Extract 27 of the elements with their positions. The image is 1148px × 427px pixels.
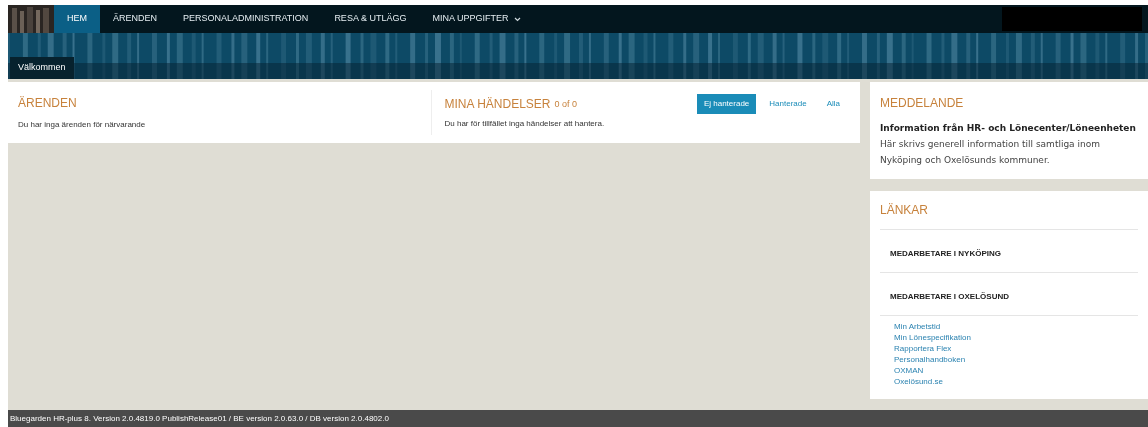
link[interactable]: Min Arbetstid [894,321,941,332]
section-title: LÄNKAR [880,201,1138,230]
filter-tab[interactable]: Alla [819,94,847,114]
filter-tab[interactable]: Ej hanterade [696,94,757,114]
section-title: MEDDELANDE [880,95,965,112]
empty-message: Du har inga ärenden för närvarande [18,119,147,131]
link[interactable]: OXMAN [894,365,924,376]
link[interactable]: Min Lönespecifikation [894,332,971,343]
nav-tab[interactable]: ÄRENDEN [100,5,170,33]
empty-message: Du har för tillfället inga händelser att hantera. [444,118,606,130]
link[interactable]: Personalhandboken [894,354,966,365]
message-heading: Information från HR- och Lönecenter/Löneenheten [880,122,1137,135]
section-title: MINA HÄNDELSER [444,96,551,113]
status-bar: Bluegarden HR-plus 8. Version 2.0.4819.0 PublishRelease01 / BE version 2.0.63.0 / DB version 2.0.4802.0 [8,410,1148,427]
event-count: 0 of 0 [554,98,578,112]
nav-tab[interactable]: RESA & UTLÄGG [321,5,420,33]
message-body: Här skrivs generell information till samtliga inom Nyköping och Oxelösunds kommuner. [880,137,1101,167]
link-group-heading[interactable]: MEDARBETARE I OXELÖSUND [890,292,1009,301]
nav-tab[interactable]: PERSONALADMINISTRATION [170,5,322,33]
nav-tab[interactable]: MINA UPPGIFTER [419,5,535,33]
welcome-tab[interactable]: Välkommen [10,57,74,79]
section-title: ÄRENDEN [18,95,78,112]
link[interactable]: Rapportera Flex [894,343,952,354]
link-group-heading[interactable]: MEDARBETARE I NYKÖPING [890,249,1001,258]
nav-tab[interactable]: HEM [54,5,100,33]
filter-tab[interactable]: Hanterade [762,94,814,114]
link[interactable]: Oxelösund.se [894,376,943,387]
